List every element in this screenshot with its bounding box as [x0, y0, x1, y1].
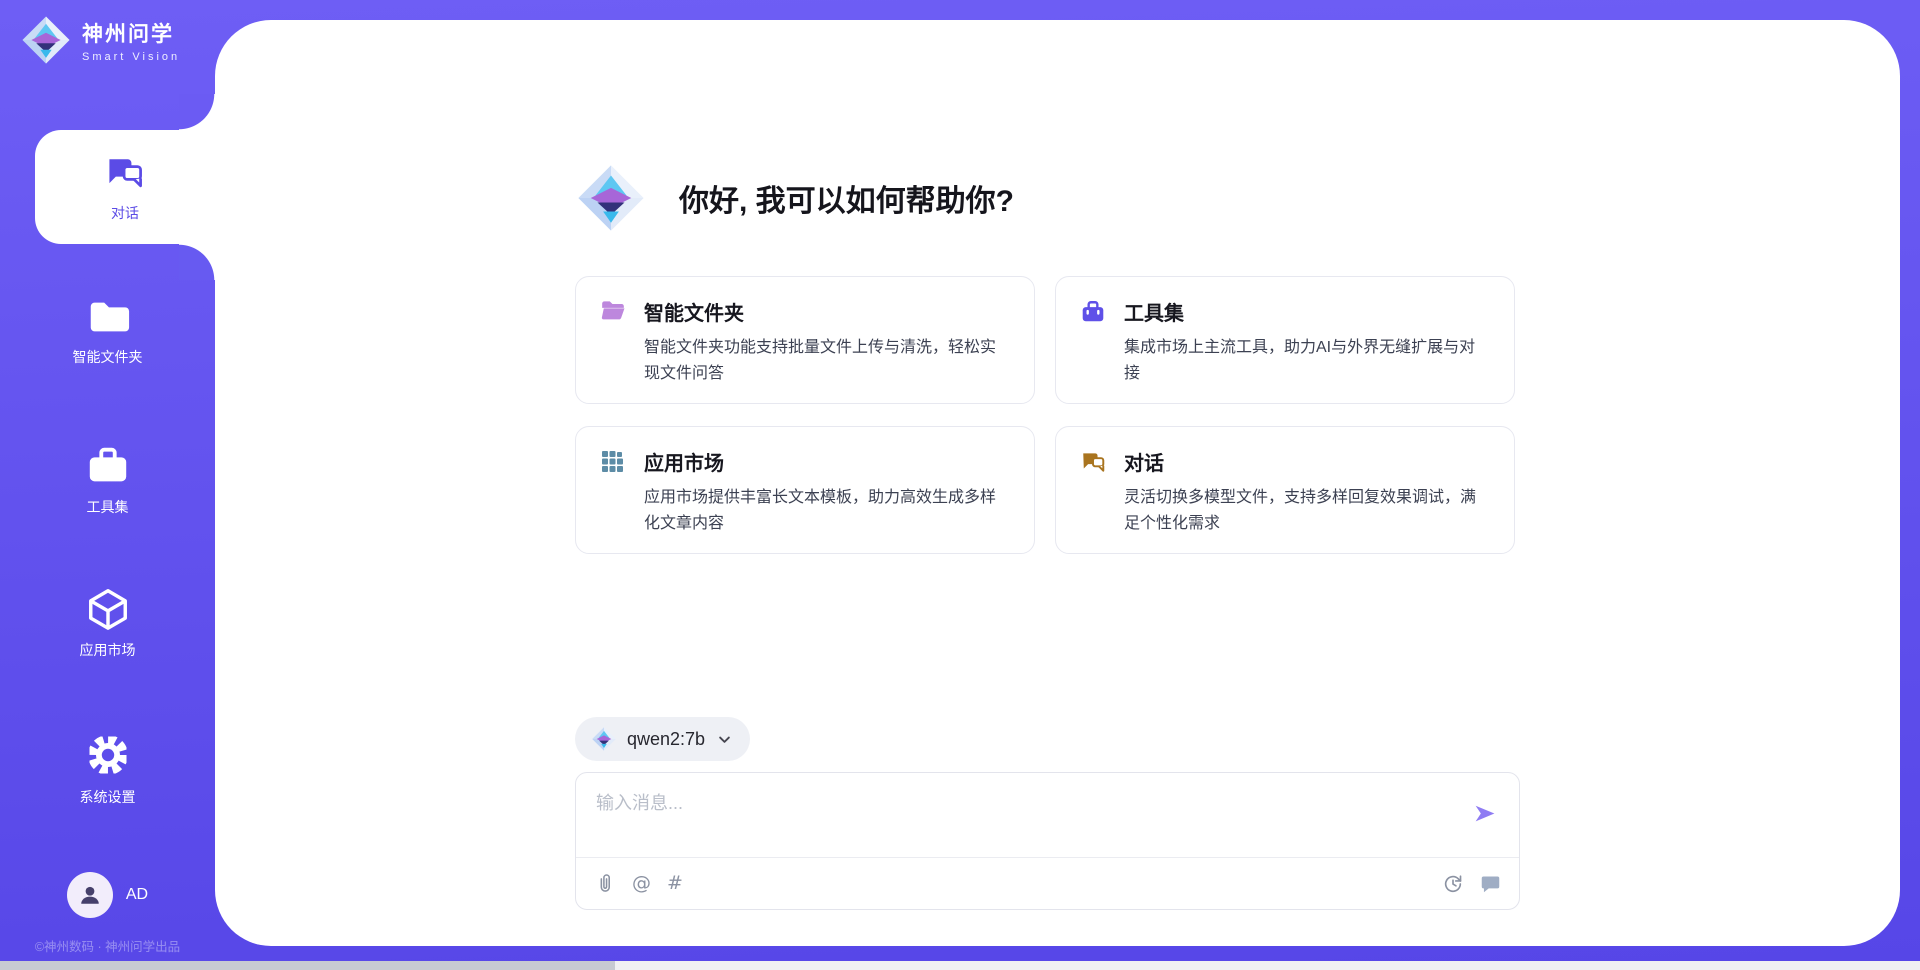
card-description: 集成市场上主流工具，助力AI与外界无缝扩展与对接 — [1124, 335, 1490, 387]
greeting-title: 你好, 我可以如何帮助你? — [679, 176, 1014, 220]
model-logo-icon — [591, 726, 617, 752]
app-logo: 神州问学 Smart Vision — [20, 14, 180, 66]
sidebar-item-toolset[interactable]: 工具集 — [0, 443, 215, 517]
user-avatar-icon — [75, 880, 105, 910]
brand-name: 神州问学 — [82, 18, 180, 48]
card-title: 应用市场 — [644, 447, 1010, 476]
sidebar-item-label: 应用市场 — [80, 640, 136, 660]
card-toolset[interactable]: 工具集 集成市场上主流工具，助力AI与外界无缝扩展与对接 — [1055, 276, 1515, 404]
card-smart-folder[interactable]: 智能文件夹 智能文件夹功能支持批量文件上传与清洗，轻松实现文件问答 — [575, 276, 1035, 404]
sidebar-item-label: 智能文件夹 — [73, 347, 143, 367]
briefcase-icon — [85, 443, 131, 489]
user-name: AD — [126, 886, 148, 904]
greeting-block: 你好, 我可以如何帮助你? — [575, 162, 1014, 234]
main-panel: 你好, 我可以如何帮助你? 智能文件夹 智能文件夹功能支持批量文件上传与清洗，轻… — [215, 20, 1900, 946]
card-description: 灵活切换多模型文件，支持多样回复效果调试，满足个性化需求 — [1124, 485, 1490, 537]
sidebar-item-label: 系统设置 — [80, 787, 136, 807]
message-input[interactable] — [596, 789, 1446, 849]
hash-icon[interactable]: # — [667, 872, 683, 894]
sidebar-item-app-market[interactable]: 应用市场 — [0, 586, 215, 660]
message-composer: @ # — [575, 772, 1520, 910]
brand-diamond-icon — [20, 14, 72, 66]
assistant-logo-icon — [575, 162, 647, 234]
brand-subtitle: Smart Vision — [82, 51, 180, 63]
chat-icon — [103, 151, 147, 195]
sidebar-item-system-settings[interactable]: 系统设置 — [0, 731, 215, 807]
paperclip-icon[interactable] — [594, 872, 616, 894]
card-app-market[interactable]: 应用市场 应用市场提供丰富长文本模板，助力高效生成多样化文章内容 — [575, 426, 1035, 554]
card-title: 智能文件夹 — [644, 297, 1010, 326]
card-description: 智能文件夹功能支持批量文件上传与清洗，轻松实现文件问答 — [644, 335, 1010, 387]
feature-cards: 智能文件夹 智能文件夹功能支持批量文件上传与清洗，轻松实现文件问答 工具集 集成… — [575, 276, 1515, 554]
card-chat[interactable]: 对话 灵活切换多模型文件，支持多样回复效果调试，满足个性化需求 — [1055, 426, 1515, 554]
horizontal-scrollbar — [0, 961, 1920, 970]
gear-icon — [84, 731, 132, 779]
copyright-footer: ©神州数码 · 神州问学出品 — [0, 936, 215, 955]
chat-icon — [1080, 449, 1106, 475]
folder-icon — [85, 293, 131, 339]
scrollbar-thumb[interactable] — [0, 961, 615, 970]
composer-toolbar: @ # — [594, 857, 1501, 909]
send-button[interactable] — [1472, 801, 1497, 831]
sidebar-item-smart-folder[interactable]: 智能文件夹 — [0, 293, 215, 367]
card-title: 工具集 — [1124, 297, 1490, 326]
sidebar-item-label: 工具集 — [87, 497, 129, 517]
card-description: 应用市场提供丰富长文本模板，助力高效生成多样化文章内容 — [644, 485, 1010, 537]
sidebar-item-chat[interactable]: 对话 — [35, 130, 215, 244]
at-icon[interactable]: @ — [632, 872, 651, 894]
user-account[interactable]: AD — [0, 872, 215, 918]
model-name: qwen2:7b — [627, 729, 705, 750]
model-selector[interactable]: qwen2:7b — [575, 717, 750, 761]
sidebar-item-label: 对话 — [111, 203, 139, 223]
folder-open-icon — [600, 299, 626, 321]
message-icon[interactable] — [1480, 873, 1501, 894]
avatar — [67, 872, 113, 918]
history-icon[interactable] — [1442, 872, 1464, 894]
sidebar: 神州问学 Smart Vision 对话 智能文件夹 工具集 应用市场 系统设置… — [0, 0, 215, 970]
briefcase-icon — [1080, 299, 1106, 325]
card-title: 对话 — [1124, 447, 1490, 476]
chevron-down-icon — [715, 730, 734, 749]
cube-icon — [85, 586, 131, 632]
send-icon — [1472, 801, 1497, 826]
grid-icon — [600, 449, 624, 473]
